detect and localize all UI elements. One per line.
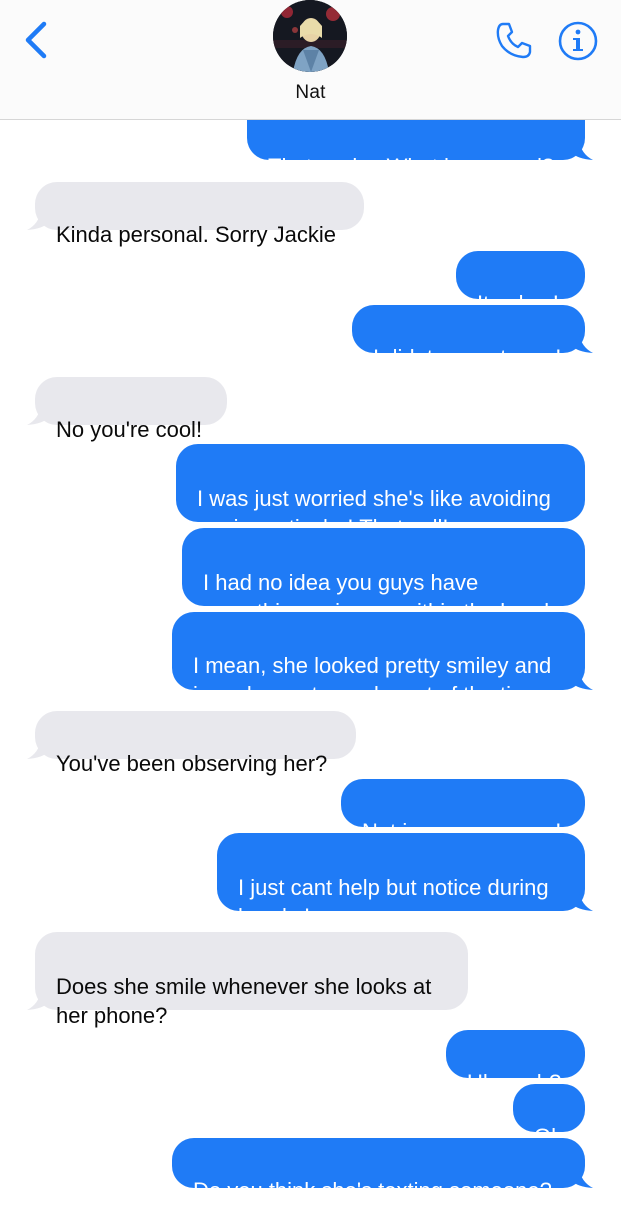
bubble-tail <box>571 891 593 911</box>
message-text: I mean, she looked pretty smiley and in … <box>193 653 552 707</box>
bubble-tail <box>571 333 593 353</box>
message-text: Does she smile whenever she looks at her… <box>56 974 432 1028</box>
message-bubble-outgoing[interactable]: I had no idea you guys have something go… <box>182 528 585 624</box>
message-bubble-outgoing[interactable]: I just cant help but notice during break… <box>217 833 593 929</box>
message-bubble-outgoing[interactable]: I mean, she looked pretty smiley and in … <box>172 612 593 707</box>
message-bubble-incoming[interactable]: Does she smile whenever she looks at her… <box>27 932 468 1028</box>
message-text: That sucks. What happened? <box>268 154 555 179</box>
message-bubble-outgoing[interactable]: I didnt mean to pry! <box>352 305 593 370</box>
avatar[interactable] <box>273 0 347 72</box>
message-bubble-outgoing[interactable]: Do you think she's texting someone? <box>172 1138 593 1203</box>
message-text: I just cant help but notice during break… <box>238 875 549 929</box>
message-bubble-outgoing[interactable]: That sucks. What happened? <box>247 114 593 179</box>
message-text: You've been observing her? <box>56 751 328 776</box>
bubble-tail <box>571 140 593 160</box>
message-bubble-incoming[interactable]: No you're cool! <box>27 377 227 442</box>
message-bubble-outgoing[interactable]: Oh <box>513 1084 585 1149</box>
message-bubble-outgoing[interactable]: I was just worried she's like avoiding m… <box>176 444 585 540</box>
bubble-tail <box>27 739 49 759</box>
message-bubble-incoming[interactable]: Kinda personal. Sorry Jackie <box>27 182 364 247</box>
info-icon[interactable] <box>557 20 599 62</box>
message-bubble-outgoing[interactable]: Its okay! <box>456 251 585 316</box>
bubble-tail <box>27 405 49 425</box>
message-bubble-outgoing[interactable]: Uh yeah? <box>446 1030 585 1095</box>
contact-name[interactable]: Nat <box>0 82 621 104</box>
conversation-header: Nat <box>0 0 621 120</box>
bubble-tail <box>27 990 49 1010</box>
phone-icon[interactable] <box>494 20 534 60</box>
message-text: I didnt mean to pry! <box>373 345 562 370</box>
message-text: No you're cool! <box>56 417 203 442</box>
message-bubble-incoming[interactable]: You've been observing her? <box>27 711 356 776</box>
message-text: Do you think she's texting someone? <box>193 1178 552 1203</box>
message-text: Kinda personal. Sorry Jackie <box>56 222 337 247</box>
bubble-tail <box>571 670 593 690</box>
message-bubble-outgoing[interactable]: Not in a creepy way! <box>341 779 585 844</box>
chevron-left-icon[interactable] <box>22 20 50 60</box>
bubble-tail <box>571 1168 593 1188</box>
bubble-tail <box>27 210 49 230</box>
